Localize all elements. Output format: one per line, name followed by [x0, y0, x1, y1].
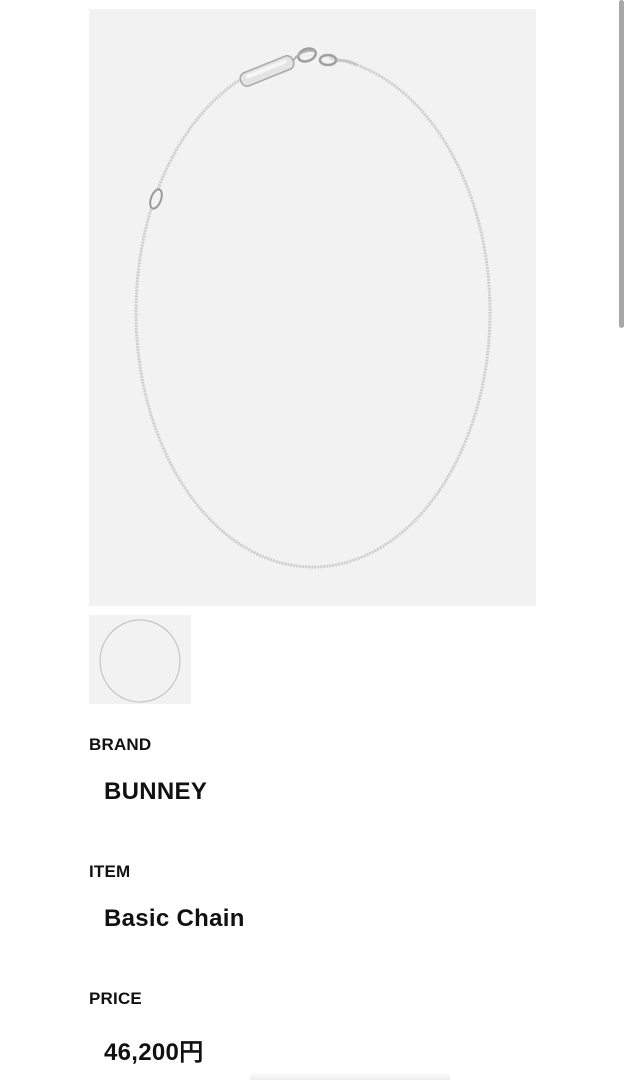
item-value: Basic Chain	[104, 905, 245, 932]
price-label: PRICE	[89, 989, 142, 1008]
brand-label: BRAND	[89, 735, 152, 754]
page-scrollbar[interactable]	[619, 0, 624, 328]
bottom-overlay	[250, 1072, 450, 1080]
product-thumbnail[interactable]	[89, 615, 191, 704]
necklace-thumbnail-image	[99, 619, 181, 703]
necklace-image	[134, 47, 492, 569]
product-detail-page: BRAND BUNNEY ITEM Basic Chain PRICE 46,2…	[0, 0, 626, 1080]
item-label: ITEM	[89, 862, 131, 881]
price-value: 46,200円	[104, 1039, 204, 1066]
brand-value: BUNNEY	[104, 778, 208, 805]
product-main-image	[89, 9, 536, 606]
